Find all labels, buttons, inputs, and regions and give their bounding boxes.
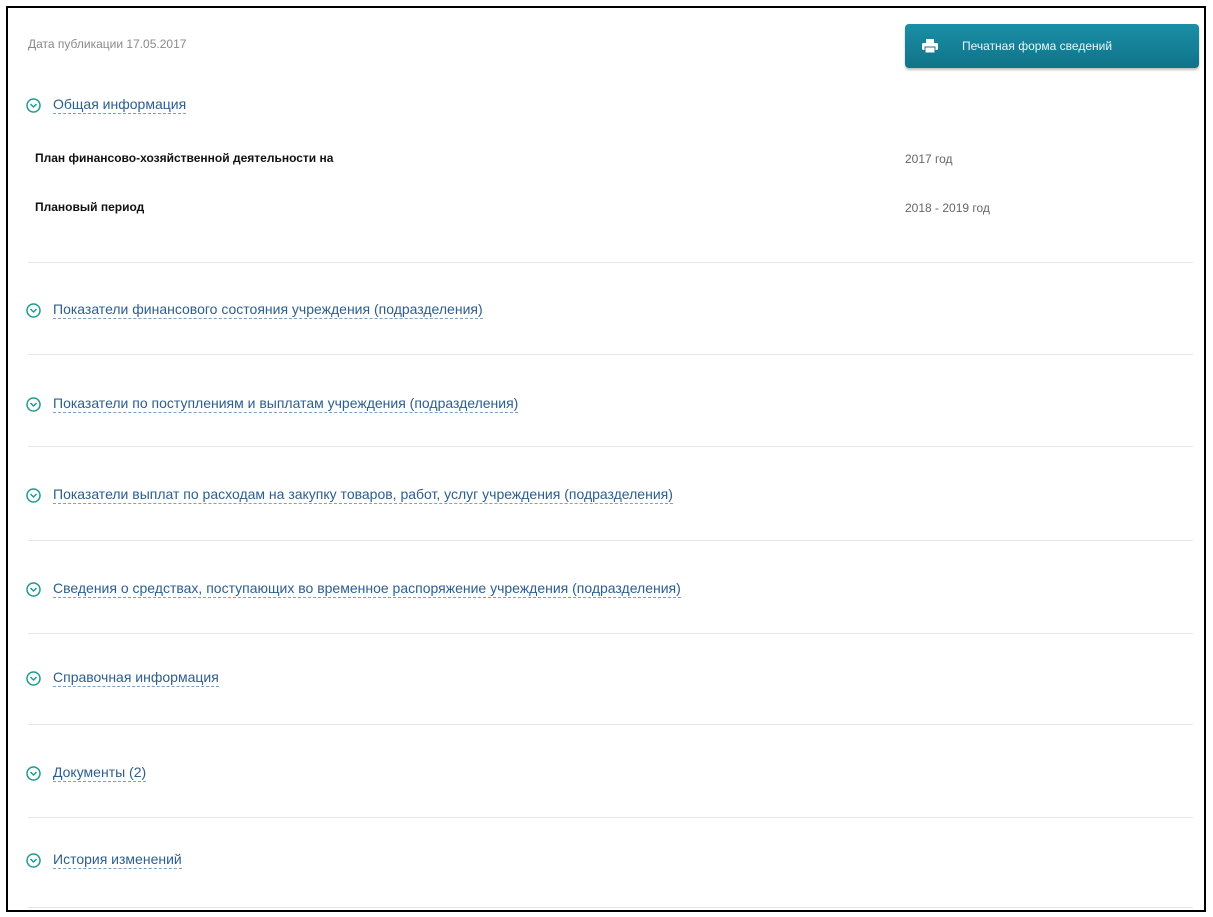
printer-icon: [920, 36, 940, 56]
chevron-circle-icon: [26, 852, 41, 868]
divider: [28, 724, 1193, 725]
divider: [28, 907, 1193, 908]
section-link[interactable]: Показатели выплат по расходам на закупку…: [53, 486, 673, 504]
section-link[interactable]: Сведения о средствах, поступающих во вре…: [53, 580, 681, 598]
chevron-circle-icon: [26, 302, 41, 318]
print-form-label: Печатная форма сведений: [962, 39, 1113, 53]
publication-date: Дата публикации 17.05.2017: [28, 37, 187, 51]
section-procurement-payments[interactable]: Показатели выплат по расходам на закупку…: [26, 486, 1192, 504]
planning-period-label: Плановый период: [35, 200, 145, 214]
divider: [28, 354, 1193, 355]
section-change-history[interactable]: История изменений: [26, 851, 1192, 869]
chevron-circle-icon: [26, 396, 41, 412]
print-form-button[interactable]: Печатная форма сведений: [905, 24, 1199, 68]
section-link[interactable]: Показатели по поступлениям и выплатам уч…: [53, 395, 519, 413]
section-temporary-funds[interactable]: Сведения о средствах, поступающих во вре…: [26, 580, 1192, 598]
chevron-circle-icon: [26, 487, 41, 503]
chevron-circle-icon: [26, 581, 41, 597]
plan-label: План финансово-хозяйственной деятельност…: [35, 151, 334, 165]
section-link[interactable]: Документы (2): [53, 764, 147, 782]
collapse-circle-icon: [26, 97, 41, 113]
section-documents[interactable]: Документы (2): [26, 764, 1192, 782]
section-reference-info[interactable]: Справочная информация: [26, 669, 1192, 687]
divider: [28, 633, 1193, 634]
general-info-toggle[interactable]: Общая информация: [26, 96, 187, 114]
section-link[interactable]: Справочная информация: [53, 669, 219, 687]
section-link[interactable]: Показатели финансового состояния учрежде…: [53, 301, 483, 319]
chevron-circle-icon: [26, 670, 41, 686]
divider: [28, 446, 1193, 447]
chevron-circle-icon: [26, 765, 41, 781]
divider: [28, 817, 1193, 818]
divider: [28, 540, 1193, 541]
section-receipts-payments[interactable]: Показатели по поступлениям и выплатам уч…: [26, 395, 1192, 413]
divider: [28, 262, 1193, 263]
planning-period-value: 2018 - 2019 год: [905, 201, 990, 215]
plan-value: 2017 год: [905, 152, 953, 166]
section-link[interactable]: История изменений: [53, 851, 182, 869]
general-info-title[interactable]: Общая информация: [53, 96, 187, 114]
section-financial-state[interactable]: Показатели финансового состояния учрежде…: [26, 301, 1192, 319]
